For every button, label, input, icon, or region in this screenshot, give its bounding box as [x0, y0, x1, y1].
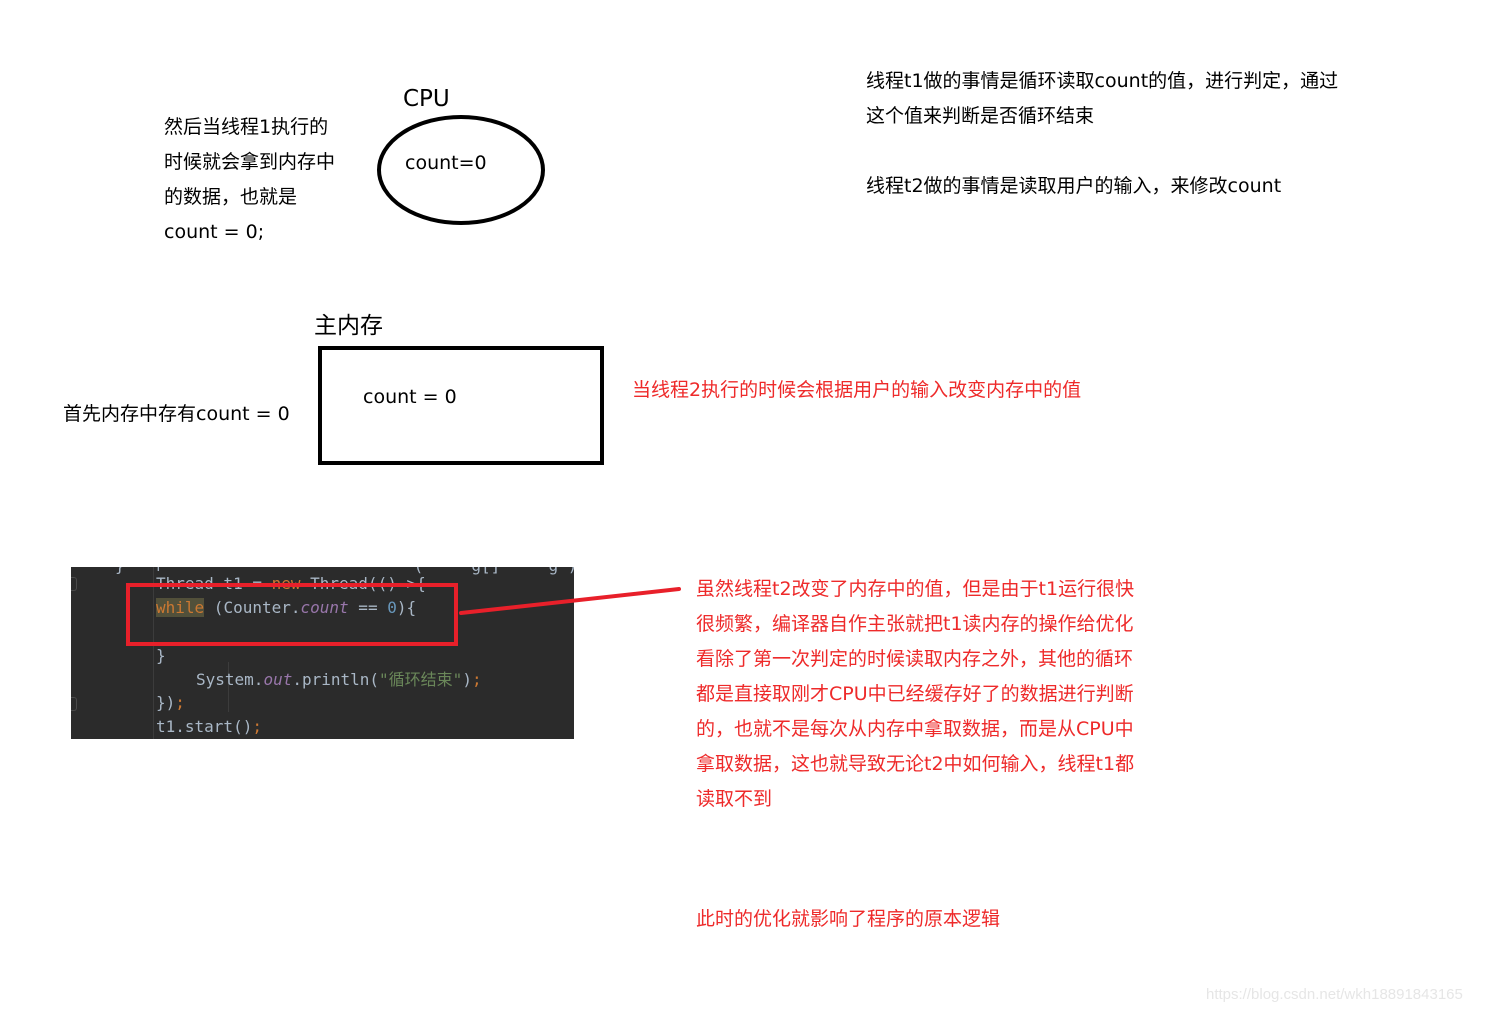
step2-note-line: 的数据，也就是	[164, 186, 298, 208]
fold-marker-icon	[71, 577, 77, 591]
code-token: )	[462, 670, 472, 689]
code-semicolon: ;	[471, 670, 482, 689]
cpu-label: CPU	[403, 86, 450, 112]
explanation-line: 看除了第一次判定的时候读取内存之外，其他的循环	[696, 648, 1134, 670]
t1-description-line: 线程t1做的事情是循环读取count的值，进行判定，通过	[866, 70, 1339, 92]
step2-note: 然后当线程1执行的 时候就会拿到内存中 的数据，也就是 count = 0;	[164, 110, 364, 250]
code-string: "循环结束"	[379, 670, 463, 689]
conclusion: 此时的优化就影响了程序的原本逻辑	[696, 908, 1001, 930]
code-line-close-lambda: });	[156, 692, 185, 714]
step3-note: 当线程2执行的时候会根据用户的输入改变内存中的值	[632, 379, 1082, 401]
code-token: })	[156, 693, 176, 712]
explanation: 虽然线程t2改变了内存中的值，但是由于t1运行很快 很频繁，编译器自作主张就把t…	[696, 572, 1134, 817]
step2-note-line: 然后当线程1执行的	[164, 116, 329, 138]
explanation-line: 都是直接取刚才CPU中已经缓存好了的数据进行判断	[696, 683, 1134, 705]
main-memory-box	[318, 346, 604, 465]
t1-description-line: 这个值来判断是否循环结束	[866, 105, 1095, 127]
explanation-line: 拿取数据，这也就导致无论t2中如何输入，线程t1都	[696, 753, 1135, 775]
code-semicolon: ;	[252, 717, 262, 736]
code-token: System.	[196, 670, 264, 689]
step2-note-line: count = 0;	[164, 221, 265, 243]
main-memory-label: 主内存	[314, 313, 383, 339]
code-semicolon: ;	[175, 693, 185, 712]
fold-marker-icon	[71, 697, 77, 711]
explanation-line: 虽然线程t2改变了内存中的值，但是由于t1运行很快	[696, 578, 1135, 600]
while-loop-highlight-box	[126, 583, 458, 646]
cpu-cached-value: count=0	[405, 152, 487, 174]
explanation-line: 的，也就不是每次从内存中拿取数据，而是从CPU中	[696, 718, 1134, 740]
explanation-line: 很频繁，编译器自作主张就把t1读内存的操作给优化	[696, 613, 1134, 635]
step2-note-line: 时候就会拿到内存中	[164, 151, 336, 173]
t1-description: 线程t1做的事情是循环读取count的值，进行判定，通过 这个值来判断是否循环结…	[866, 64, 1338, 134]
code-line-close-brace: }	[156, 646, 166, 665]
code-field-out: out	[263, 670, 293, 689]
main-memory-value: count = 0	[363, 386, 457, 408]
step1-note: 首先内存中存有count = 0	[63, 403, 290, 425]
code-token: t1.start()	[156, 717, 253, 736]
code-line-println: System.out.println("循环结束");	[196, 669, 482, 691]
code-line-start: t1.start();	[156, 716, 262, 738]
code-token: .println(	[292, 670, 380, 689]
t2-description: 线程t2做的事情是读取用户的输入，来修改count	[866, 175, 1282, 197]
watermark: https://blog.csdn.net/wkh18891843165	[1206, 986, 1463, 1003]
explanation-line: 读取不到	[696, 788, 773, 810]
